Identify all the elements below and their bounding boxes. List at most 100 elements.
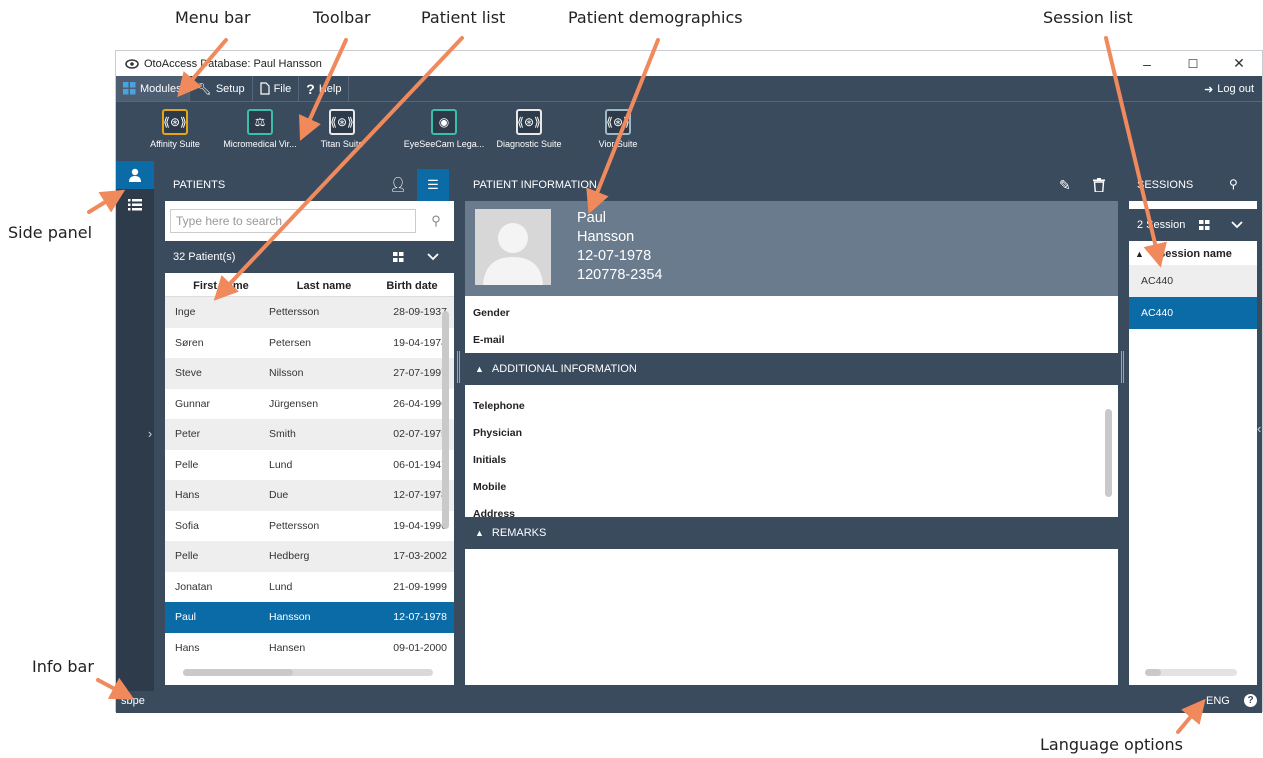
sessions-title: SESSIONS [1137, 179, 1194, 191]
module-eyeseecam[interactable]: ◉ EyeSeeCam Lega... [396, 109, 492, 149]
table-row[interactable]: Hans Due 12-07-1978 [165, 480, 454, 511]
session-filter-icon[interactable]: ⚲ [1229, 177, 1238, 191]
session-column-header[interactable]: ▲ Session name [1129, 243, 1257, 265]
arrow-side-panel [87, 189, 126, 214]
module-diagnostic[interactable]: ⟪⊛⟫ Diagnostic Suite [484, 109, 574, 149]
menu-help[interactable]: ? Help [299, 76, 350, 101]
module-vior-label: Vior Suite [598, 139, 638, 149]
column-first-name[interactable]: First name [165, 275, 277, 296]
callout-patient-list: Patient list [421, 8, 506, 27]
callout-session-list: Session list [1043, 8, 1133, 27]
splitter-handle-left[interactable] [457, 351, 460, 383]
app-logo-icon [125, 58, 139, 69]
side-patient-button[interactable] [116, 161, 154, 189]
table-row[interactable]: Jonatan Lund 21-09-1999 [165, 572, 454, 603]
table-row[interactable]: Pelle Hedberg 17-03-2002 [165, 541, 454, 572]
table-row[interactable]: Steve Nilsson 27-07-1997 [165, 358, 454, 389]
module-vior[interactable]: ⟪⊛⟫ Vior Suite [578, 109, 658, 149]
edit-pencil-icon[interactable]: ✎ [1059, 177, 1071, 194]
demographics-text: Paul Hansson 12-07-1978 120778-2354 [577, 209, 662, 285]
table-row[interactable]: Pelle Lund 06-01-1947 [165, 450, 454, 481]
module-titan-label: Titan Suite [320, 139, 364, 149]
close-button[interactable]: ✕ [1216, 51, 1262, 76]
session-horizontal-scrollbar[interactable] [1145, 669, 1161, 676]
language-selector[interactable]: ENG [1206, 695, 1230, 707]
session-row-selected[interactable]: AC440 [1129, 297, 1257, 329]
patient-information-panel: PATIENT INFORMATION ✎ Paul Hansson 12-07… [465, 169, 1118, 685]
additional-information-title: ADDITIONAL INFORMATION [491, 363, 637, 375]
maximize-button[interactable]: ☐ [1170, 51, 1216, 76]
question-icon: ? [306, 80, 315, 97]
chevron-down-icon[interactable] [1231, 221, 1243, 229]
patient-demographics: Paul Hansson 12-07-1978 120778-2354 [465, 201, 1118, 296]
patient-vertical-scrollbar[interactable] [442, 311, 449, 529]
avatar [475, 209, 551, 285]
table-row[interactable]: Gunnar Jürgensen 26-04-1996 [165, 389, 454, 420]
callout-side-panel: Side panel [8, 223, 93, 242]
field-physician-label: Physician [473, 427, 523, 439]
patient-card-view-icon[interactable]: ☰ [417, 169, 449, 201]
patient-search-input[interactable]: Type here to search [170, 209, 416, 233]
session-row[interactable]: AC440 [1129, 265, 1257, 297]
splitter-handle-right[interactable] [1121, 351, 1124, 383]
session-panel-collapse-chevron-icon[interactable]: ‹ [1257, 421, 1261, 436]
window-title: OtoAccess Database: Paul Hansson [144, 57, 322, 70]
patient-count: 32 Patient(s) [173, 251, 236, 263]
patient-column-headers: First name Last name Birth date [165, 275, 454, 297]
module-diagnostic-label: Diagnostic Suite [496, 139, 562, 149]
app-window: OtoAccess Database: Paul Hansson – ☐ ✕ M… [115, 50, 1263, 713]
field-email-label: E-mail [473, 334, 505, 346]
side-list-button[interactable] [116, 191, 154, 219]
field-address-label: Address [473, 508, 516, 517]
additional-information-section[interactable]: ▲ ADDITIONAL INFORMATION [465, 353, 1118, 385]
patient-info-header: PATIENT INFORMATION ✎ [465, 169, 1118, 201]
affinity-module-icon: ⟪⊛⟫ [162, 109, 188, 135]
logout-label: Log out [1217, 83, 1254, 95]
add-patient-icon[interactable]: 👤︎ [389, 176, 407, 193]
menu-modules[interactable]: Modules [116, 76, 190, 101]
logout-button[interactable]: ➜ Log out [1204, 76, 1254, 102]
table-row[interactable]: Inge Pettersson 28-09-1937 [165, 297, 454, 328]
table-row-selected[interactable]: Paul Hansson 12-07-1978 [165, 602, 454, 633]
search-icon[interactable]: ⚲ [423, 209, 449, 233]
patient-count-bar: 32 Patient(s) [165, 241, 454, 273]
grid-view-icon[interactable] [393, 252, 404, 262]
info-bar: sbpe ENG ? [116, 691, 1262, 713]
callout-info-bar: Info bar [32, 657, 94, 676]
info-vertical-scrollbar[interactable] [1105, 409, 1112, 497]
table-row[interactable]: Søren Petersen 19-04-1974 [165, 328, 454, 359]
remarks-section[interactable]: ▲ REMARKS [465, 517, 1118, 549]
module-affinity[interactable]: ⟪⊛⟫ Affinity Suite [130, 109, 220, 149]
session-list-panel: SESSIONS ⚲ 2 Session ▲ Session name AC44… [1129, 169, 1257, 685]
patient-rows: Inge Pettersson 28-09-1937 Søren Petersen 19… [165, 297, 454, 663]
menu-file[interactable]: File [253, 76, 300, 101]
module-micromedical[interactable]: ⚖ Micromedical Vir... [212, 109, 308, 149]
micromedical-module-icon: ⚖ [247, 109, 273, 135]
patients-title: PATIENTS [173, 179, 226, 191]
table-row[interactable]: Sofia Pettersson 19-04-1996 [165, 511, 454, 542]
side-panel-expand-chevron-icon[interactable]: › [144, 419, 156, 447]
menu-setup[interactable]: 🔧︎ Setup [190, 76, 253, 101]
trash-icon[interactable] [1093, 178, 1105, 192]
diagnostic-module-icon: ⟪⊛⟫ [516, 109, 542, 135]
patient-birth-date: 12-07-1978 [577, 248, 652, 264]
field-gender-label: Gender [473, 307, 510, 319]
sessions-header: SESSIONS ⚲ [1129, 169, 1257, 201]
table-row[interactable]: Peter Smith 02-07-1975 [165, 419, 454, 450]
grid-view-icon[interactable] [1199, 220, 1210, 230]
table-row[interactable]: Hans Hansen 09-01-2000 [165, 633, 454, 664]
minimize-button[interactable]: – [1124, 51, 1170, 76]
patient-first-name: Paul [577, 210, 607, 226]
module-affinity-label: Affinity Suite [150, 139, 200, 149]
patient-horizontal-scrollbar[interactable] [183, 669, 293, 676]
column-birth-date[interactable]: Birth date [371, 275, 453, 296]
patient-last-name: Hansson [577, 229, 635, 245]
wrench-icon: 🔧︎ [196, 81, 212, 96]
session-count: 2 Session [1137, 219, 1186, 231]
chevron-down-icon[interactable] [427, 253, 439, 261]
patient-id: 120778-2354 [577, 267, 663, 283]
help-circle-icon[interactable]: ? [1244, 694, 1257, 707]
field-initials-label: Initials [473, 454, 507, 466]
module-titan[interactable]: ⟪⊛⟫ Titan Suite [302, 109, 382, 149]
column-last-name[interactable]: Last name [277, 275, 371, 296]
